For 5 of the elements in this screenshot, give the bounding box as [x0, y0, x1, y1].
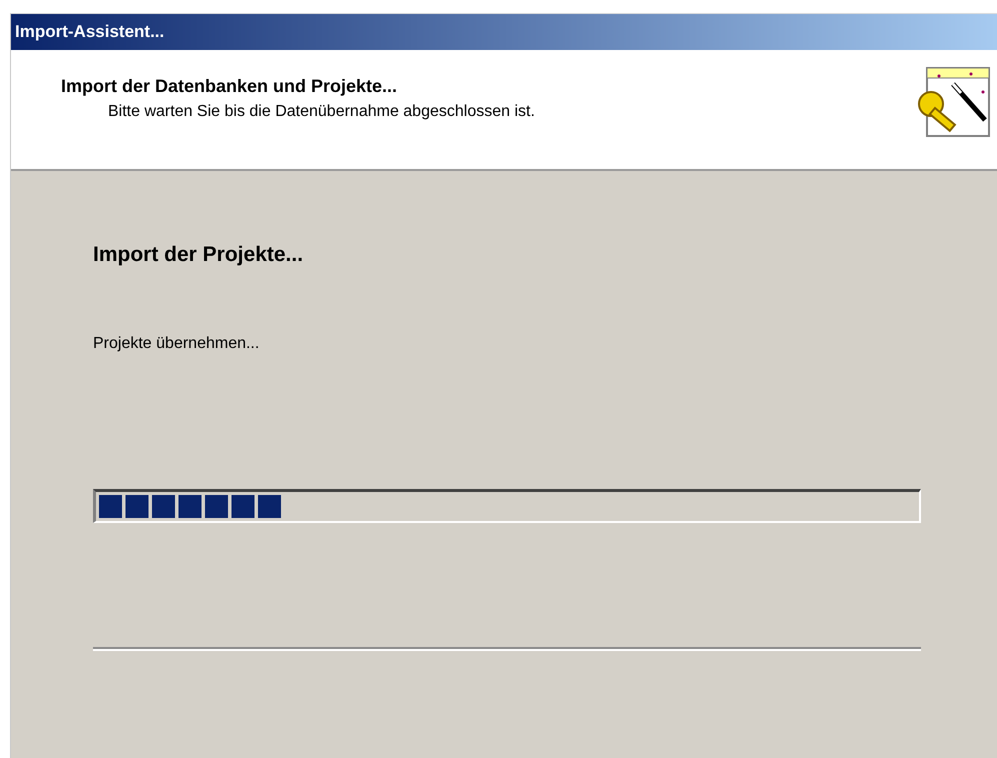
window-title: Import-Assistent...: [15, 22, 164, 42]
header-title: Import der Datenbanken und Projekte...: [61, 76, 398, 97]
status-text: Projekte übernehmen...: [93, 335, 260, 353]
header-subtitle: Bitte warten Sie bis die Datenübernahme abgeschlossen ist.: [108, 103, 535, 121]
step-title: Import der Projekte...: [93, 243, 304, 267]
